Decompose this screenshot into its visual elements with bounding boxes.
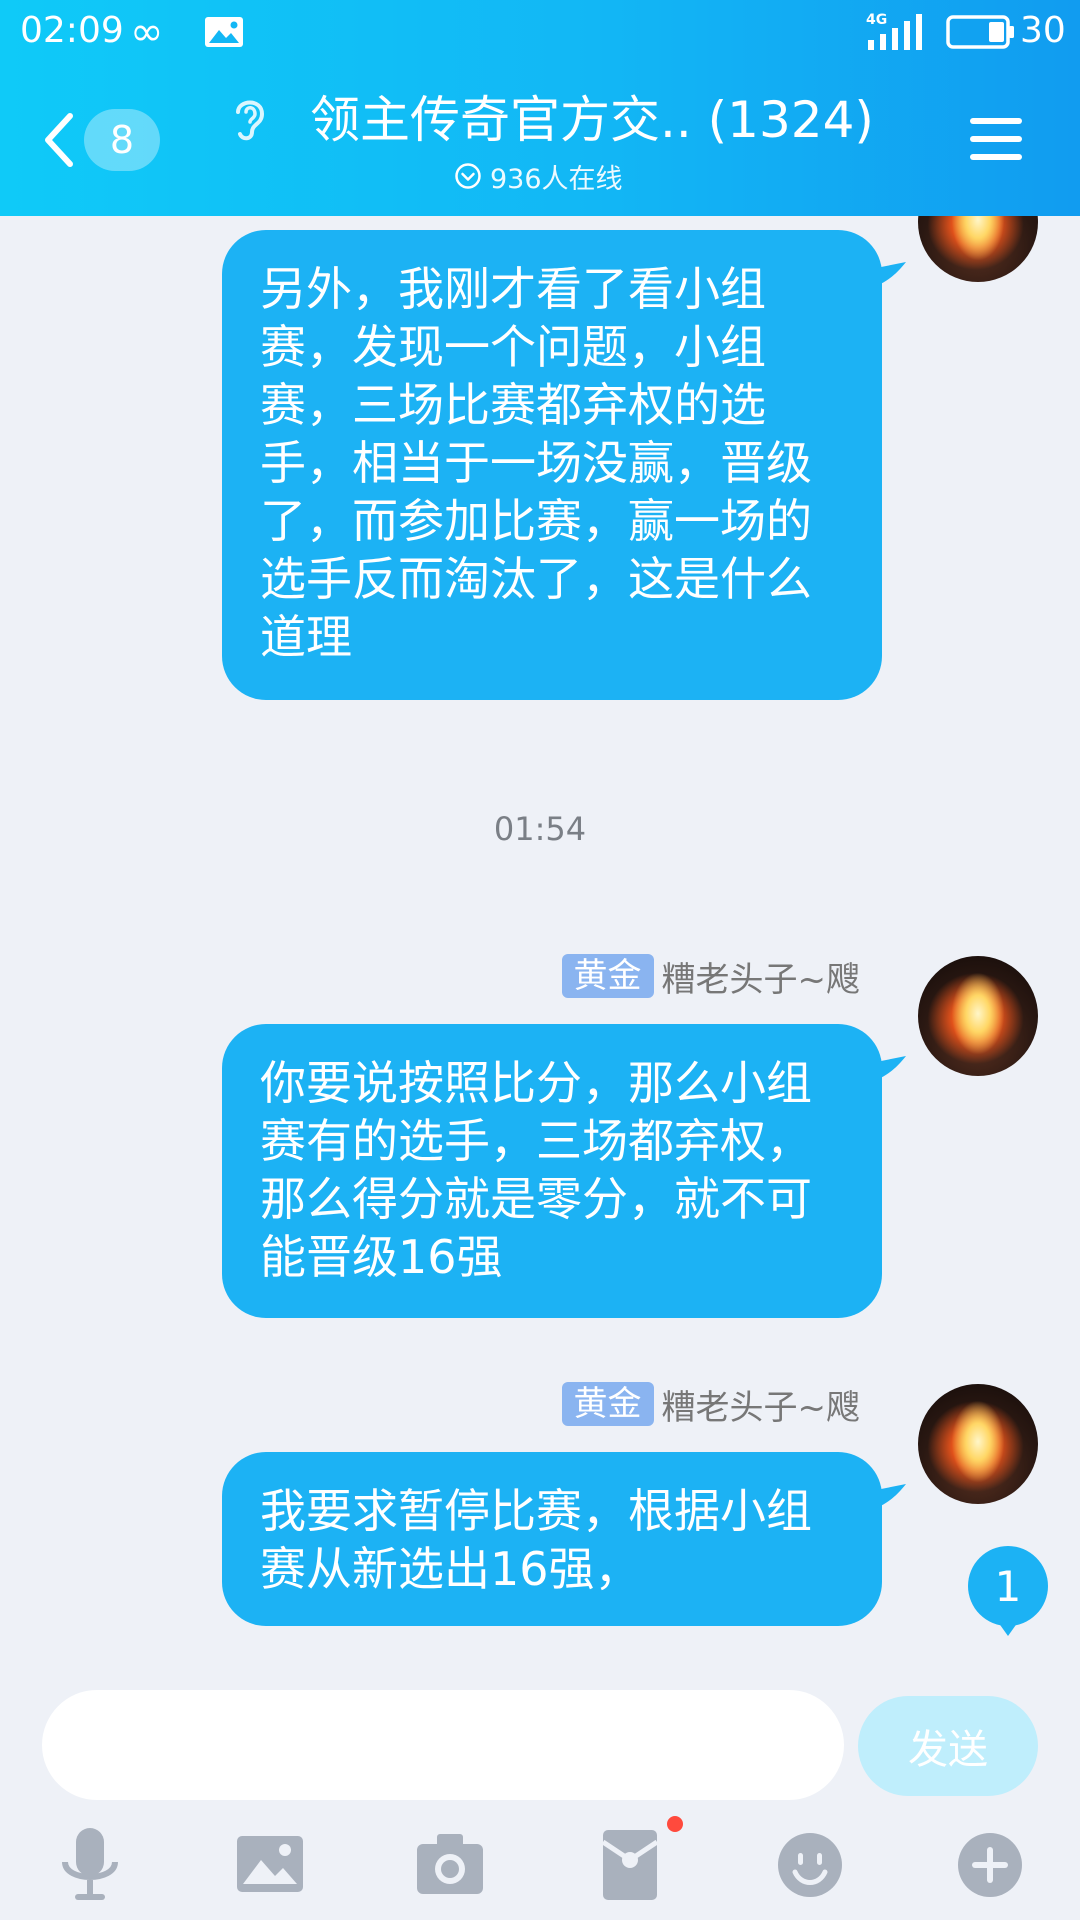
unread-count-badge: 8: [84, 109, 160, 171]
red-packet-icon[interactable]: [585, 1820, 675, 1910]
message-text: 另外，我刚才看了看小组赛，发现一个问题，小组赛，三场比赛都弃权的选手，相当于一场…: [260, 262, 812, 664]
notification-dot: [667, 1816, 683, 1832]
image-icon[interactable]: [225, 1820, 315, 1910]
bubble-tail: [876, 1484, 906, 1508]
battery-level: 30: [1020, 10, 1066, 51]
camera-icon[interactable]: [405, 1820, 495, 1910]
online-check-icon: [455, 163, 481, 189]
emoji-icon[interactable]: [765, 1820, 855, 1910]
send-button[interactable]: 发送: [858, 1696, 1038, 1796]
chat-header: 02:09 ∞ 4G 30 8 领主传奇官方交.. (1324) 936人在线: [0, 0, 1080, 216]
gallery-notification-icon: [205, 17, 243, 47]
status-time: 02:09: [20, 10, 124, 51]
chat-title[interactable]: 领主传奇官方交.. (1324): [310, 88, 874, 152]
message-bubble[interactable]: 你要说按照比分，那么小组赛有的选手，三场都弃权，那么得分就是零分，就不可能晋级1…: [222, 1024, 882, 1318]
message-bubble[interactable]: 我要求暂停比赛，根据小组赛从新选出16强，: [222, 1452, 882, 1626]
chevron-left-icon: [45, 113, 73, 167]
input-toolbar: [0, 1820, 1080, 1920]
status-bar: 02:09 ∞ 4G 30: [0, 0, 1080, 66]
signal-icon: [868, 14, 922, 50]
message-input[interactable]: [42, 1690, 844, 1800]
infinity-icon: ∞: [130, 9, 164, 55]
bubble-tail: [876, 262, 906, 286]
sender-info: 黄金 糟老头子~飕: [561, 1380, 861, 1429]
rank-badge: 黄金: [561, 954, 654, 998]
message-text: 我要求暂停比赛，根据小组赛从新选出16强，: [260, 1484, 812, 1596]
plus-icon[interactable]: [945, 1820, 1035, 1910]
message-timestamp: 01:54: [493, 810, 587, 848]
sender-avatar[interactable]: [918, 1384, 1038, 1504]
sender-name[interactable]: 糟老头子~飕: [662, 952, 861, 1001]
new-message-count[interactable]: 1: [966, 1546, 1050, 1626]
menu-icon[interactable]: [968, 114, 1024, 164]
bubble-tail: [876, 1056, 906, 1080]
message-text: 你要说按照比分，那么小组赛有的选手，三场都弃权，那么得分就是零分，就不可能晋级1…: [260, 1056, 812, 1284]
battery-icon: [946, 15, 1014, 49]
online-status: 936人在线: [454, 158, 623, 195]
sender-info: 黄金 糟老头子~飕: [561, 952, 861, 1001]
rank-badge: 黄金: [561, 1382, 654, 1426]
sender-name[interactable]: 糟老头子~飕: [662, 1380, 861, 1429]
online-count: 936人在线: [490, 163, 623, 195]
back-button[interactable]: 8: [40, 104, 170, 176]
sender-avatar[interactable]: [918, 956, 1038, 1076]
message-bubble[interactable]: 另外，我刚才看了看小组赛，发现一个问题，小组赛，三场比赛都弃权的选手，相当于一场…: [222, 230, 882, 700]
ear-icon[interactable]: [228, 94, 272, 144]
microphone-icon[interactable]: [45, 1820, 135, 1910]
